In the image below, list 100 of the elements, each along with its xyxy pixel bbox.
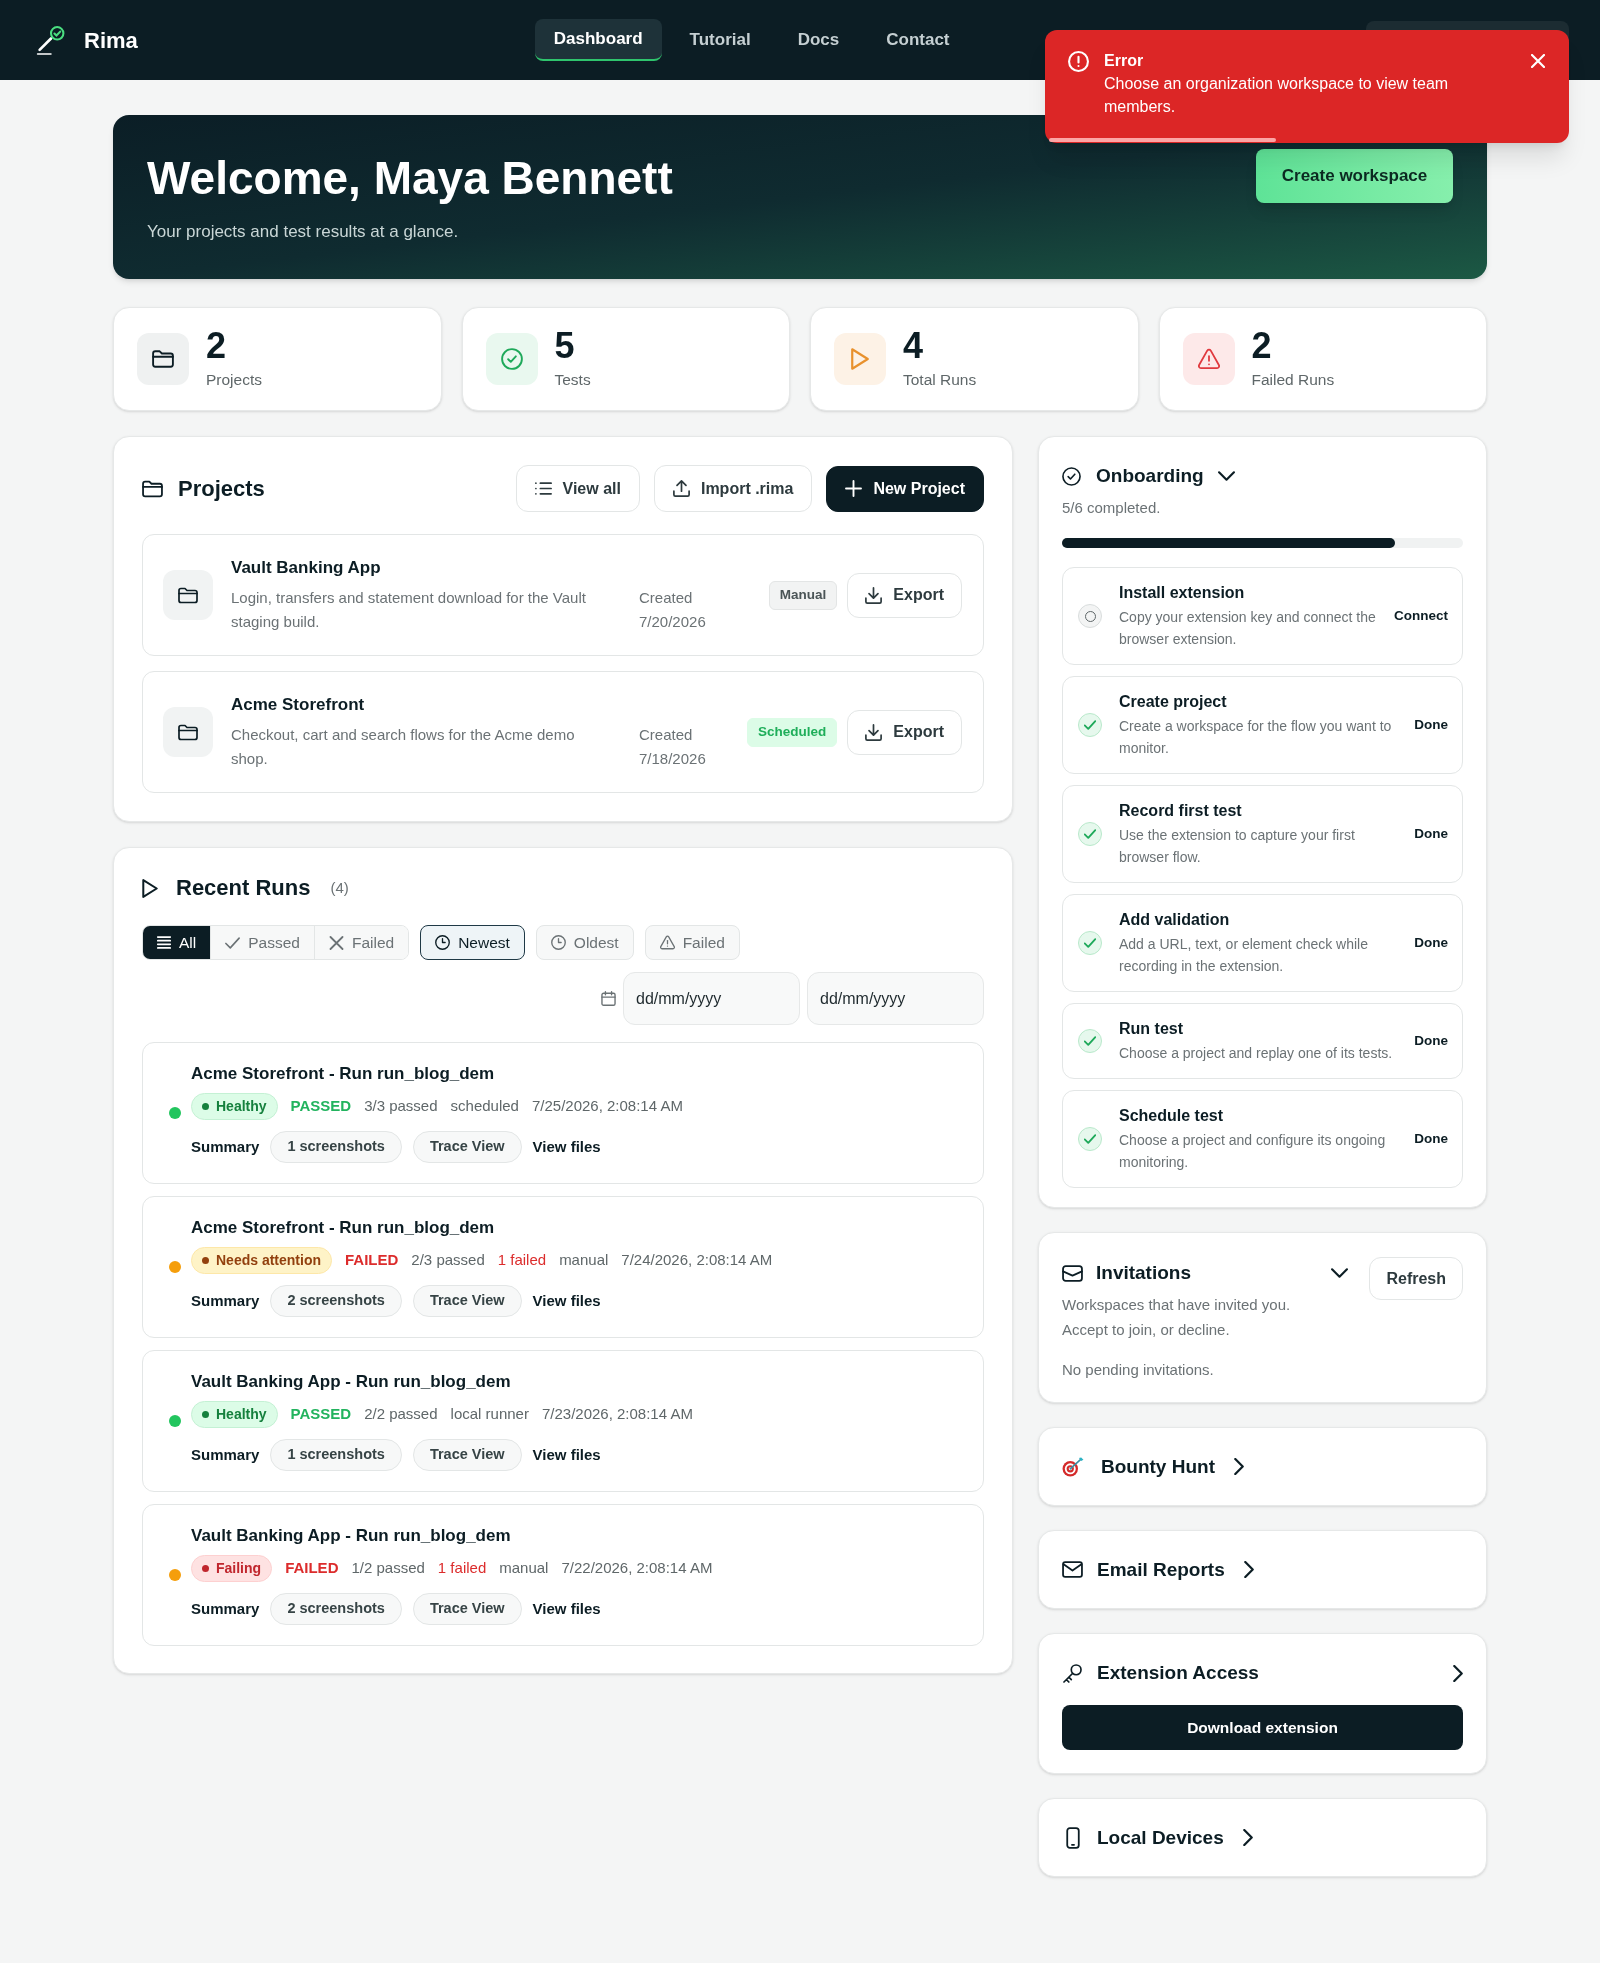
health-label: Healthy [216,1405,267,1424]
play-icon [834,333,886,385]
create-workspace-button[interactable]: Create workspace [1256,149,1453,203]
folder-icon [163,570,213,620]
summary-link[interactable]: Summary [191,1135,260,1159]
toolbar-button[interactable]: Import .rima [653,465,813,512]
run-count: (4) [330,877,349,898]
warning-icon [1182,333,1235,385]
toolbar-button[interactable]: New Project [826,465,984,512]
step-description: Create a workspace for the flow you want to monitor. [1119,717,1393,758]
view-files-link[interactable]: View files [532,1597,601,1621]
stat-value: 5 [554,328,576,364]
chevron-right-icon[interactable] [1234,1458,1244,1475]
toast-message: Choose an organization workspace to view team members. [1104,74,1450,117]
export-button[interactable]: Export [847,709,962,755]
failed-count: 1 failed [437,1558,487,1579]
run-time: 7/23/2026, 2:08:14 AM [541,1404,693,1425]
sort-button[interactable]: Oldest [535,925,634,960]
run-title[interactable]: Vault Banking App - Run run_blog_dem [191,1371,693,1393]
step-action-button[interactable]: Done [1414,823,1448,845]
close-icon[interactable] [1531,54,1545,68]
nav-tab[interactable]: Contact [867,19,969,61]
date-field[interactable]: dd/mm/yyyy [623,972,800,1025]
run-title[interactable]: Acme Storefront - Run run_blog_dem [191,1217,773,1239]
chevron-right-icon[interactable] [1243,1561,1254,1578]
target-icon [1062,1456,1084,1477]
section-title: Invitations [1096,1261,1191,1285]
run-time: 7/24/2026, 2:08:14 AM [621,1250,773,1271]
step-action-button[interactable]: Done [1414,714,1448,736]
sort-button[interactable]: Failed [644,925,740,960]
cross-icon [328,935,344,950]
chevron-right-icon[interactable] [1453,1664,1463,1682]
stat-value: 4 [903,328,925,364]
download-extension-button[interactable]: Download extension [1062,1705,1463,1750]
nav-tab[interactable]: Tutorial [670,19,770,61]
step-action-button[interactable]: Done [1414,1030,1448,1052]
run-title[interactable]: Vault Banking App - Run run_blog_dem [191,1525,713,1547]
warning-icon [659,935,675,950]
summary-link[interactable]: Summary [191,1443,260,1467]
stat-label: Failed Runs [1251,370,1335,390]
step-action-button[interactable]: Connect [1394,605,1448,627]
play-icon [142,878,158,898]
folder-icon [163,707,213,757]
clock-icon [435,935,451,950]
failed-count: 1 failed [497,1250,547,1271]
chevron-right-icon[interactable] [1242,1829,1253,1846]
trace-view-button[interactable]: Trace View [412,1285,522,1317]
export-button[interactable]: Export [847,572,962,618]
step-description: Copy your extension key and connect the browser extension. [1119,608,1377,649]
view-files-link[interactable]: View files [532,1135,601,1159]
view-files-link[interactable]: View files [532,1443,601,1467]
empty-state-text: No pending invitations. [1062,1360,1215,1380]
section-title[interactable]: Bounty Hunt [1101,1453,1215,1480]
clock-icon [550,935,566,950]
section-title[interactable]: Extension Access [1097,1660,1259,1686]
refresh-button[interactable]: Refresh [1369,1257,1463,1300]
nav-tab[interactable]: Dashboard [534,19,662,61]
progress-text: 5/6 completed. [1062,498,1162,518]
section-title: Recent Runs [176,874,311,902]
filter-tab[interactable]: Failed [313,926,409,959]
screenshots-button[interactable]: 1 screenshots [270,1439,402,1471]
screenshots-button[interactable]: 1 screenshots [270,1131,402,1163]
filter-tab[interactable]: All [143,926,211,959]
step-action-button[interactable]: Done [1414,932,1448,954]
mode-badge: Scheduled [747,717,838,747]
trace-view-button[interactable]: Trace View [412,1439,522,1471]
step-description: Add a URL, text, or element check while recording in the extension. [1119,935,1369,976]
list-icon [157,936,171,949]
chevron-down-icon[interactable] [1217,471,1235,481]
section-title[interactable]: Local Devices [1097,1824,1224,1851]
trace-view-button[interactable]: Trace View [412,1131,522,1163]
view-files-link[interactable]: View files [532,1289,601,1313]
download-icon [865,586,883,604]
result-label: PASSED [290,1404,352,1425]
screenshots-button[interactable]: 2 screenshots [270,1593,402,1625]
invitations-description: Workspaces that have invited you. Accept to join, or decline. [1062,1295,1292,1340]
sort-button[interactable]: Newest [420,925,525,960]
project-name[interactable]: Vault Banking App [231,556,719,580]
filter-tab[interactable]: Passed [210,926,314,959]
step-action-button[interactable]: Done [1414,1128,1448,1150]
passed-count: 3/3 passed [364,1096,438,1117]
check-icon [225,935,241,950]
section-title[interactable]: Email Reports [1097,1556,1225,1583]
summary-link[interactable]: Summary [191,1597,260,1621]
date-field[interactable]: dd/mm/yyyy [807,972,984,1025]
stat-label: Total Runs [903,370,977,390]
run-title[interactable]: Acme Storefront - Run run_blog_dem [191,1063,683,1085]
nav-tab[interactable]: Docs [778,19,859,61]
trace-view-button[interactable]: Trace View [412,1593,522,1625]
project-name[interactable]: Acme Storefront [231,693,719,717]
result-label: PASSED [290,1096,352,1117]
screenshots-button[interactable]: 2 screenshots [270,1285,402,1317]
section-title: Onboarding [1096,464,1204,488]
envelope-icon [1062,1560,1083,1579]
step-title: Create project [1119,692,1228,712]
summary-link[interactable]: Summary [191,1289,260,1313]
toolbar-button[interactable]: View all [515,465,640,512]
mode-badge: Manual [768,580,838,610]
health-label: Healthy [216,1097,267,1116]
chevron-down-icon[interactable] [1331,1268,1349,1278]
